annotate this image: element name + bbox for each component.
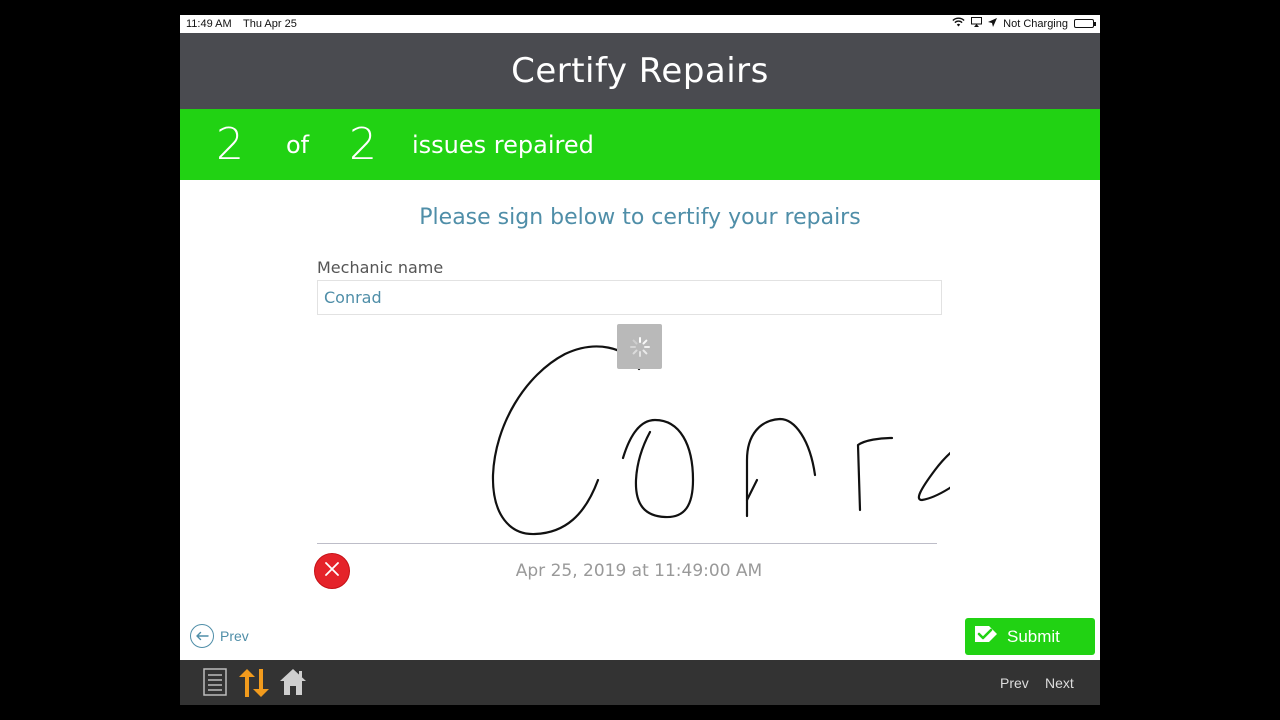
home-icon[interactable] [278,667,308,702]
total-count: 2 [349,119,377,170]
status-date: Thu Apr 25 [243,18,297,30]
status-time: 11:49 AM [186,18,232,30]
device-screen: 11:49 AM Thu Apr 25 Not Charging Certify… [180,15,1100,705]
signature-pad[interactable] [310,340,950,545]
signature-line [317,543,937,544]
spinner-icon [617,324,662,369]
sign-instructions: Please sign below to certify your repair… [419,205,861,230]
sort-arrows-icon[interactable] [236,667,272,704]
bottom-toolbar: Prev Next [180,660,1100,705]
charging-status: Not Charging [1003,17,1068,30]
repair-progress-banner: 2 of 2 issues repaired [180,109,1100,180]
wifi-icon [952,17,965,30]
checkmark-icon [973,623,999,650]
battery-icon [1074,19,1096,28]
arrow-left-icon [190,624,214,648]
progress-suffix: issues repaired [412,131,594,159]
progress-of-label: of [286,131,310,159]
submit-button[interactable]: Submit [965,618,1095,655]
screen-mirror-icon [971,17,983,30]
toolbar-next-button[interactable]: Next [1045,675,1074,691]
page-title-bar: Certify Repairs [180,33,1100,109]
submit-label: Submit [1007,626,1060,646]
status-indicators: Not Charging [952,17,1096,30]
toolbar-prev-button[interactable]: Prev [1000,675,1029,691]
signature-timestamp: Apr 25, 2019 at 11:49:00 AM [515,561,763,581]
page-title: Certify Repairs [511,51,769,91]
list-icon[interactable] [202,667,228,702]
location-icon [988,17,998,30]
prev-button[interactable]: Prev [190,624,249,648]
status-bar: 11:49 AM Thu Apr 25 Not Charging [180,15,1100,33]
mechanic-name-input[interactable] [317,280,942,315]
prev-label: Prev [220,628,249,644]
mechanic-name-label: Mechanic name [317,258,444,277]
repaired-count: 2 [216,119,244,170]
